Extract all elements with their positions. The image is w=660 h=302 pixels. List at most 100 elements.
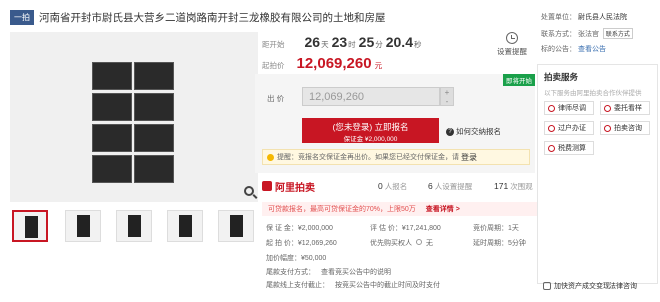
signup-count-label: 人报名 (384, 181, 408, 191)
how-to-bid-label: 如何交纳报名 (456, 127, 501, 136)
thumbnail[interactable] (218, 210, 254, 242)
thumbnail[interactable] (167, 210, 203, 242)
calculator-icon (548, 144, 555, 152)
signup-count: 0 人报名 (378, 181, 407, 192)
photo-grid (92, 62, 174, 184)
legal-consult-label: 法律咨询 (609, 283, 637, 290)
countdown-minutes-unit: 分 (375, 40, 383, 49)
loan-notice-text: 可贷款报名，最高可贷保证金的70%，上限50万 (268, 206, 416, 213)
increase-button[interactable]: + (441, 88, 453, 97)
thumbnail-image (25, 216, 38, 238)
court-label: 处置单位： (541, 14, 576, 21)
services-title: 拍卖服务 (544, 72, 579, 82)
asset-disposal-link[interactable]: 加快资产成交变现 (543, 281, 610, 291)
round-tag: 一拍 (10, 9, 34, 25)
how-to-bid-link[interactable]: ? 如何交纳报名 (446, 126, 501, 137)
countdown-seconds: 20.4 (385, 34, 413, 50)
loan-notice: 可贷款报名，最高可贷保证金的70%，上限50万 查看详情 > (262, 202, 537, 216)
document-icon (548, 124, 555, 132)
asset-icon (543, 282, 551, 290)
info-icon[interactable] (415, 239, 422, 245)
login-link[interactable]: 登录 (461, 152, 477, 163)
service-lawyer[interactable]: 律师尽调 (544, 101, 594, 115)
priority-value: 无 (425, 240, 433, 247)
increment-info: 加价幅度：¥50,000 (266, 255, 327, 262)
auction-stats: 阿里拍卖 0 人报名 6 人设置提醒 171 次围观 (262, 178, 534, 194)
legal-consult-link[interactable]: 法律咨询 (609, 281, 637, 291)
set-reminder-button[interactable]: 设置提醒 (497, 32, 527, 57)
payment-deadline-value: 按竞买公告中的截止时间及时支付 (334, 282, 440, 289)
auction-services: 拍卖服务 以下服务由阿里拍卖合作伙伴提供 律师尽调 委托看样 过户办证 拍卖咨询… (537, 64, 658, 284)
service-label: 过户办证 (558, 125, 586, 132)
ali-logo-icon (262, 181, 272, 191)
bid-input[interactable]: 12,069,260 (302, 87, 440, 106)
service-transfer[interactable]: 过户办证 (544, 121, 594, 135)
clock-icon (506, 32, 518, 44)
main-image[interactable] (10, 32, 258, 202)
thumbnail-image (179, 215, 192, 237)
reminder-count-value: 6 (428, 180, 433, 191)
ali-brand: 阿里拍卖 (275, 182, 315, 194)
countdown-days: 26 (304, 34, 321, 50)
countdown-days-unit: 天 (321, 40, 329, 49)
lawyer-icon (548, 104, 555, 112)
signup-button-deposit: 保证金 ¥2,000,000 (343, 136, 398, 143)
view-count-label: 次围观 (510, 181, 533, 191)
photo-tile (134, 124, 174, 152)
thumbnail-strip (10, 210, 258, 244)
loan-detail-link[interactable]: 查看详情 > (426, 206, 460, 213)
service-tax[interactable]: 税费测算 (544, 141, 594, 155)
photo-tile (134, 155, 174, 183)
bid-panel: 即将开始 出 价 12,069,260 + - (您未登录) 立即报名 保证金 … (255, 74, 535, 173)
signup-button[interactable]: (您未登录) 立即报名 保证金 ¥2,000,000 (302, 118, 439, 143)
countdown-minutes: 25 (358, 34, 375, 50)
deposit-info: 保 证 金：¥2,000,000 (266, 225, 333, 232)
location-icon (604, 104, 611, 112)
contact-value: 张法官 (577, 31, 599, 38)
login-tip: 提醒：竞报名交保证金再出价。如果您已经交付保证金，请 登录 (262, 149, 530, 165)
announcement-link[interactable]: 查看公告 (578, 46, 606, 53)
start-price-unit: 元 (374, 61, 383, 70)
thumbnail[interactable] (116, 210, 152, 242)
photo-tile (92, 124, 132, 152)
start-price-info: 起 拍 价：¥12,069,260 (266, 240, 337, 247)
services-subtitle: 以下服务由阿里拍卖合作伙伴提供 (544, 90, 642, 97)
service-viewing[interactable]: 委托看样 (600, 101, 650, 115)
payment-method-info: 尾款支付方式： 查看竞买公告中的说明 (266, 267, 391, 277)
contact-row: 联系方式： 张法官 联系方式 (541, 28, 633, 39)
zoom-icon[interactable] (244, 186, 254, 196)
payment-deadline-info: 尾款线上支付截止： 按竞买公告中的截止时间及时支付 (266, 280, 440, 290)
countdown-label: 距开始 (262, 40, 285, 49)
priority-info: 优先购买权人 无 (370, 238, 433, 248)
service-label: 律师尽调 (558, 105, 586, 112)
countdown-hours: 23 (331, 34, 348, 50)
thumbnail[interactable] (65, 210, 101, 242)
asset-disposal-label: 加快资产成交变现 (554, 283, 610, 290)
photo-tile (134, 62, 174, 90)
bid-cycle-info: 竞价周期：1天 (473, 225, 519, 232)
login-tip-text: 提醒：竞报名交保证金再出价。如果您已经交付保证金，请 (277, 154, 459, 161)
decrease-button[interactable]: - (441, 97, 453, 106)
photo-tile (92, 62, 132, 90)
contact-button[interactable]: 联系方式 (602, 28, 633, 39)
sidebar: 处置单位： 尉氏县人民法院 联系方式： 张法官 联系方式 标的公告： 查看公告 … (537, 0, 660, 302)
start-price-row: 起拍价 12,069,260 元 (262, 55, 382, 72)
reminder-count: 6 人设置提醒 (428, 181, 472, 192)
court-row: 处置单位： 尉氏县人民法院 (541, 12, 627, 22)
countdown-seconds-unit: 秒 (413, 40, 422, 49)
set-reminder-label: 设置提醒 (497, 47, 527, 56)
ali-auction-logo: 阿里拍卖 (262, 179, 315, 194)
payment-method-value: 查看竞买公告中的说明 (320, 269, 391, 276)
photo-tile (92, 155, 132, 183)
thumbnail[interactable] (12, 210, 48, 242)
bid-stepper[interactable]: + - (440, 87, 454, 106)
thumbnail-image (230, 215, 243, 237)
court-value[interactable]: 尉氏县人民法院 (578, 14, 627, 21)
delay-cycle-info: 延时周期：5分钟 (473, 240, 526, 247)
payment-deadline-title: 尾款线上支付截止： (266, 282, 329, 289)
bid-label: 出 价 (267, 94, 285, 103)
status-badge: 即将开始 (503, 74, 535, 86)
service-consult[interactable]: 拍卖咨询 (600, 121, 650, 135)
view-count: 171 次围观 (494, 181, 533, 192)
signup-button-label: (您未登录) 立即报名 (332, 122, 409, 132)
